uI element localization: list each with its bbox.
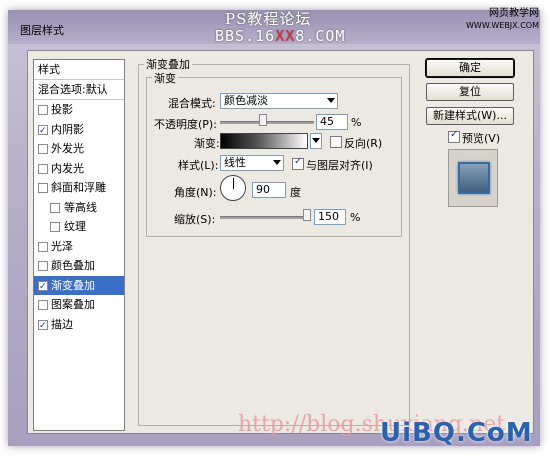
angle-input[interactable]: 90 — [252, 182, 286, 198]
style-checkbox[interactable] — [38, 261, 48, 271]
style-checkbox[interactable] — [50, 202, 60, 213]
style-checkbox[interactable] — [38, 105, 48, 115]
watermark-site: 网页教学网 WWW.WEBJX.COM — [466, 8, 539, 30]
chevron-down-icon — [327, 98, 335, 103]
style-list-item[interactable]: 内阴影 — [34, 120, 124, 141]
style-list-item-label: 投影 — [51, 103, 73, 116]
style-checkbox[interactable] — [50, 222, 60, 232]
dialog-title: 图层样式 — [20, 24, 64, 37]
style-list-item-label: 纹理 — [64, 220, 86, 233]
style-list-item-label: 渐变叠加 — [51, 278, 95, 292]
watermark-top: PS教程论坛 — [225, 10, 312, 28]
style-list-item-label: 描边 — [51, 317, 73, 331]
watermark-logo: UiBQ.CoM — [380, 418, 533, 448]
style-list-item[interactable]: 光泽 — [34, 237, 124, 256]
angle-label: 角度(N): — [174, 186, 217, 199]
preview-checkbox[interactable] — [448, 129, 460, 143]
style-list-item-label: 图案叠加 — [51, 298, 95, 311]
opacity-unit: % — [351, 116, 362, 129]
angle-needle — [233, 178, 234, 189]
chevron-down-icon — [273, 160, 281, 165]
blend-options-item[interactable]: 混合选项:默认 — [34, 80, 124, 100]
style-checkbox[interactable] — [38, 183, 48, 193]
blend-mode-label: 混合模式: — [168, 97, 216, 110]
style-checkbox[interactable] — [38, 122, 48, 141]
style-checkbox[interactable] — [38, 300, 48, 310]
reverse-checkbox[interactable] — [330, 136, 342, 148]
style-list: 样式 混合选项:默认 投影内阴影外发光内发光斜面和浮雕等高线纹理光泽颜色叠加渐变… — [33, 59, 125, 431]
style-checkbox[interactable] — [38, 163, 48, 174]
gradient-subgroup-title: 渐变 — [152, 70, 178, 86]
style-checkbox[interactable] — [38, 317, 48, 336]
style-preview-thumbnail — [448, 149, 498, 207]
style-checkbox[interactable] — [38, 278, 48, 297]
gradient-dropdown[interactable] — [310, 133, 322, 149]
opacity-slider-thumb[interactable] — [259, 114, 268, 126]
scale-slider[interactable] — [220, 216, 306, 219]
style-list-item[interactable]: 等高线 — [34, 198, 124, 217]
blend-mode-select[interactable]: 颜色减淡 — [220, 93, 338, 109]
preview-label: 预览(V) — [462, 132, 501, 145]
chevron-down-icon — [312, 138, 320, 143]
scale-unit: % — [350, 211, 361, 224]
style-checkbox[interactable] — [38, 144, 48, 154]
dialog-body: 样式 混合选项:默认 投影内阴影外发光内发光斜面和浮雕等高线纹理光泽颜色叠加渐变… — [27, 50, 534, 434]
watermark-bbs: BBS.16XX8.COM — [215, 27, 346, 45]
style-list-item-label: 颜色叠加 — [51, 259, 95, 272]
gradient-label: 渐变: — [194, 137, 220, 150]
style-checkbox[interactable] — [38, 241, 48, 252]
style-list-item-label: 斜面和浮雕 — [51, 181, 106, 194]
style-list-header[interactable]: 样式 — [34, 60, 124, 80]
style-list-item[interactable]: 渐变叠加 — [34, 275, 124, 297]
align-with-layer-checkbox[interactable] — [292, 156, 304, 170]
style-list-item-label: 内发光 — [51, 161, 84, 175]
style-list-item[interactable]: 描边 — [34, 315, 124, 336]
reverse-label: 反向(R) — [344, 137, 383, 150]
opacity-input[interactable]: 45 — [316, 114, 348, 130]
style-list-item[interactable]: 斜面和浮雕 — [34, 178, 124, 197]
opacity-label: 不透明度(P): — [154, 118, 217, 131]
scale-slider-thumb[interactable] — [303, 209, 311, 221]
style-list-item[interactable]: 投影 — [34, 100, 124, 119]
style-list-item[interactable]: 颜色叠加 — [34, 256, 124, 275]
style-list-item-label: 外发光 — [51, 142, 84, 155]
gradient-swatch[interactable] — [220, 133, 308, 149]
style-list-item-label: 等高线 — [64, 200, 97, 214]
style-select[interactable]: 线性 — [220, 155, 284, 171]
style-label: 样式(L): — [178, 159, 219, 172]
scale-input[interactable]: 150 — [314, 209, 346, 225]
preview-swatch — [458, 162, 490, 194]
angle-unit: 度 — [290, 186, 301, 199]
style-list-item[interactable]: 外发光 — [34, 139, 124, 158]
style-list-item-label: 光泽 — [51, 239, 73, 253]
align-with-layer-label: 与图层对齐(I) — [306, 159, 373, 172]
style-list-item[interactable]: 内发光 — [34, 159, 124, 178]
new-style-button[interactable]: 新建样式(W)... — [426, 107, 514, 125]
style-list-item[interactable]: 纹理 — [34, 217, 124, 236]
style-list-item-label: 内阴影 — [51, 122, 84, 136]
ok-button[interactable]: 确定 — [425, 58, 515, 78]
style-list-item[interactable]: 图案叠加 — [34, 295, 124, 314]
scale-label: 缩放(S): — [174, 213, 216, 226]
reset-button[interactable]: 复位 — [426, 83, 514, 101]
angle-dial[interactable] — [220, 175, 246, 201]
